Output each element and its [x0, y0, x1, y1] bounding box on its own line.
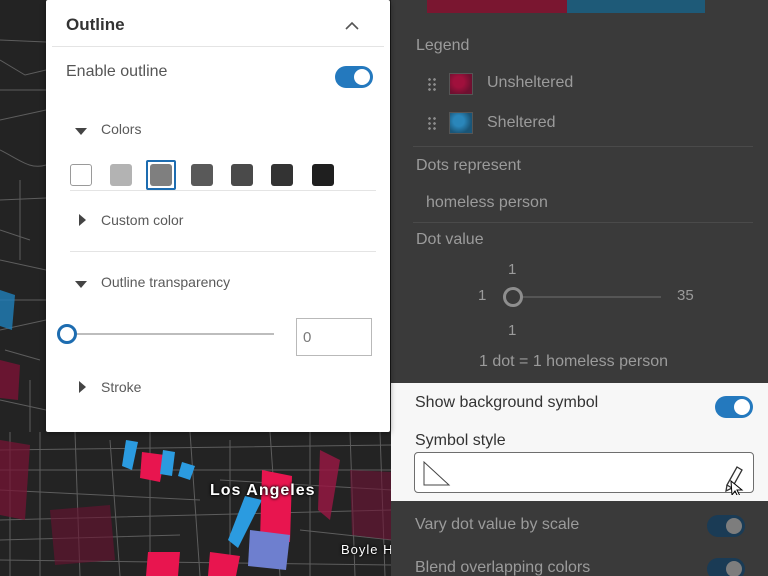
- dot-value-current-bottom: 1: [508, 322, 517, 339]
- blend-colors-toggle[interactable]: [707, 558, 745, 576]
- legend-item-sheltered: Sheltered: [487, 114, 556, 131]
- color-swatch-charcoal[interactable]: [271, 164, 293, 186]
- caret-down-icon[interactable]: [75, 281, 87, 288]
- vary-dot-value-toggle[interactable]: [707, 515, 745, 537]
- legend-item-unsheltered: Unsheltered: [487, 74, 574, 91]
- unsheltered-color-ramp: [427, 0, 567, 13]
- divider: [413, 146, 753, 147]
- divider: [70, 251, 376, 252]
- drag-handle-icon[interactable]: [427, 116, 437, 130]
- enable-outline-toggle[interactable]: [335, 66, 373, 88]
- color-swatch-dark-gray[interactable]: [231, 164, 253, 186]
- stroke-label[interactable]: Stroke: [101, 379, 141, 395]
- outline-title: Outline: [66, 15, 125, 34]
- colors-section-label[interactable]: Colors: [101, 121, 141, 137]
- color-swatch-white[interactable]: [70, 164, 92, 186]
- show-background-toggle[interactable]: [715, 396, 753, 418]
- edit-pencil-icon[interactable]: [723, 461, 745, 495]
- dot-value-max: 35: [677, 287, 694, 304]
- caret-down-icon[interactable]: [75, 128, 87, 135]
- sheltered-swatch: [449, 112, 473, 134]
- legend-heading: Legend: [416, 37, 470, 54]
- transparency-value-input[interactable]: [296, 318, 372, 356]
- dot-summary: 1 dot = 1 homeless person: [479, 353, 669, 370]
- divider: [70, 190, 376, 191]
- caret-right-icon[interactable]: [79, 381, 86, 393]
- dots-represent-label: Dots represent: [416, 157, 521, 174]
- transparency-slider-track[interactable]: [66, 333, 274, 335]
- caret-right-icon[interactable]: [79, 214, 86, 226]
- chevron-up-icon[interactable]: [345, 21, 359, 31]
- dot-value-current-top: 1: [508, 261, 517, 278]
- divider: [413, 222, 753, 223]
- outline-transparency-label[interactable]: Outline transparency: [101, 274, 230, 290]
- unsheltered-swatch: [449, 73, 473, 95]
- divider: [52, 46, 384, 47]
- custom-color-label[interactable]: Custom color: [101, 212, 183, 228]
- transparency-slider-thumb[interactable]: [57, 324, 77, 344]
- dot-density-panel-dimmed: Legend Unsheltered Sheltered Dots repres…: [391, 0, 768, 383]
- sheltered-color-ramp: [567, 0, 705, 13]
- drag-handle-icon[interactable]: [427, 77, 437, 91]
- dots-represent-input[interactable]: homeless person: [426, 194, 548, 212]
- outline-panel: Outline Enable outline Colors Custom col…: [46, 0, 390, 432]
- dot-options-section-dimmed: Vary dot value by scale Blend overlappin…: [391, 501, 768, 576]
- color-swatch-gray[interactable]: [150, 164, 172, 186]
- vary-dot-value-label: Vary dot value by scale: [415, 516, 580, 533]
- background-symbol-section: Show background symbol Symbol style: [391, 383, 768, 501]
- color-swatch-dim-gray[interactable]: [191, 164, 213, 186]
- symbol-style-selector[interactable]: [414, 452, 754, 495]
- map-city-label: Los Angeles: [210, 482, 316, 499]
- enable-outline-label: Enable outline: [66, 63, 168, 80]
- color-swatch-light-gray[interactable]: [110, 164, 132, 186]
- dot-value-min: 1: [478, 287, 487, 304]
- dot-value-slider-track[interactable]: [511, 296, 661, 298]
- show-background-label: Show background symbol: [415, 394, 599, 411]
- blend-colors-label: Blend overlapping colors: [415, 559, 591, 576]
- dot-value-slider-thumb[interactable]: [503, 287, 523, 307]
- symbol-style-label: Symbol style: [415, 432, 506, 449]
- map-neighborhood-label: Boyle Heights: [341, 542, 392, 557]
- color-swatch-near-black[interactable]: [312, 164, 334, 186]
- dot-value-label: Dot value: [416, 231, 484, 248]
- polygon-symbol-icon: [423, 461, 451, 486]
